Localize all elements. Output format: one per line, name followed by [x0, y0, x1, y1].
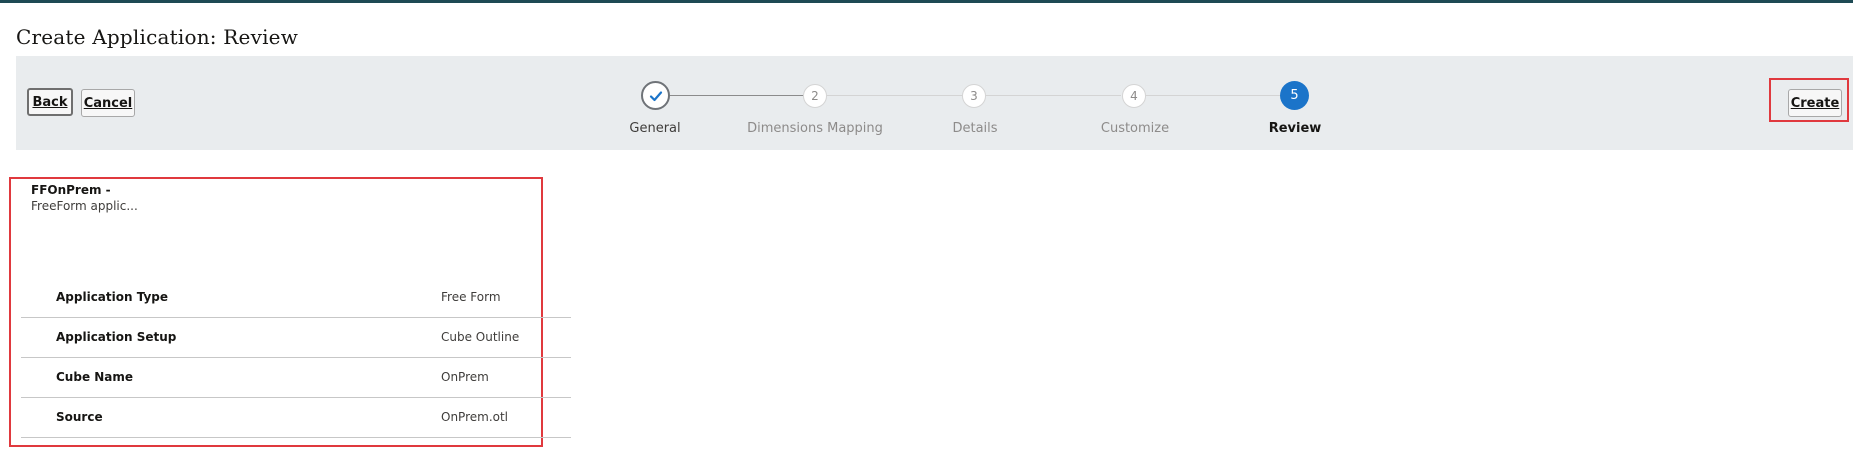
row-value: Cube Outline: [441, 330, 520, 344]
train-step-details-label: Details: [952, 121, 998, 136]
train-connector-4: [1146, 95, 1280, 96]
step-number: 4: [1130, 89, 1138, 103]
row-label: Cube Name: [56, 370, 134, 384]
review-details-table: Application Type Free Form Application S…: [21, 278, 571, 438]
train-step-dimensions-mapping[interactable]: 2: [803, 84, 827, 108]
table-row: Application Setup Cube Outline: [21, 318, 571, 358]
cancel-button[interactable]: Cancel: [81, 89, 135, 117]
header-accent-bar: [0, 0, 1853, 3]
train-step-review[interactable]: 5: [1280, 81, 1309, 110]
checkmark-icon: [649, 90, 662, 101]
train-connector-2: [827, 95, 962, 96]
train-connector-3: [986, 95, 1121, 96]
row-label: Application Type: [56, 290, 169, 304]
application-name: FFOnPrem -: [31, 183, 111, 197]
train-step-general-label: General: [629, 121, 681, 136]
back-button[interactable]: Back: [27, 88, 73, 116]
table-row: Cube Name OnPrem: [21, 358, 571, 398]
train-step-review-label: Review: [1268, 121, 1322, 136]
page-title: Create Application: Review: [16, 25, 299, 49]
step-number: 5: [1290, 88, 1299, 103]
row-label: Source: [56, 410, 103, 424]
row-value: OnPrem: [441, 370, 489, 384]
table-row: Source OnPrem.otl: [21, 398, 571, 438]
train-step-customize[interactable]: 4: [1122, 84, 1146, 108]
train-step-details[interactable]: 3: [962, 84, 986, 108]
train-step-dimensions-mapping-label: Dimensions Mapping: [747, 121, 883, 136]
create-button[interactable]: Create: [1788, 89, 1842, 117]
application-description: FreeForm applic...: [31, 199, 138, 213]
train-step-customize-label: Customize: [1100, 121, 1170, 136]
table-row: Application Type Free Form: [21, 278, 571, 318]
row-label: Application Setup: [56, 330, 177, 344]
train-connector-1: [670, 95, 803, 96]
train-toolbar: [16, 56, 1853, 150]
step-number: 2: [811, 89, 819, 103]
row-value: OnPrem.otl: [441, 410, 509, 424]
step-number: 3: [970, 89, 978, 103]
row-value: Free Form: [441, 290, 501, 304]
train-step-general[interactable]: [641, 81, 670, 110]
